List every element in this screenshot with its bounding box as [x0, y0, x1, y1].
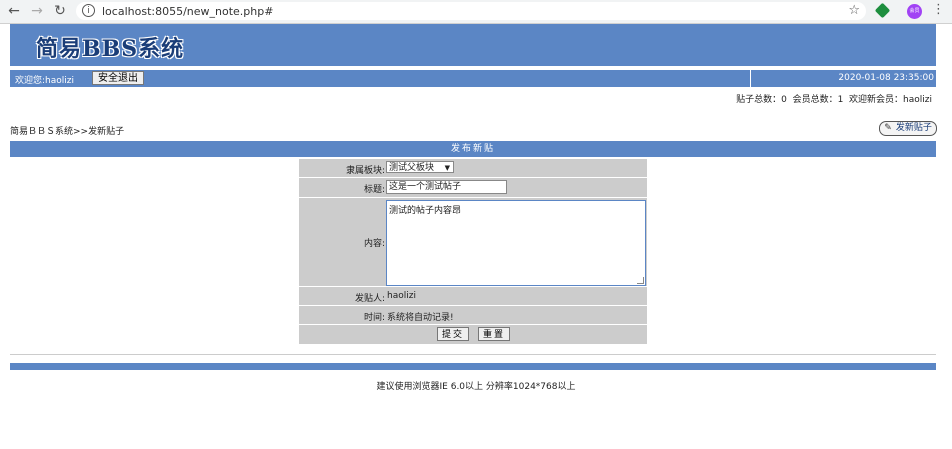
extension-icon[interactable]: [874, 2, 891, 19]
poster-row: 发贴人: haolizi: [299, 287, 647, 305]
form-title-bar: 发布新贴: [10, 141, 936, 157]
subject-row: 标题: 这是一个测试帖子: [299, 178, 647, 197]
url-text: localhost:8055/new_note.php#: [102, 5, 274, 18]
logout-button[interactable]: 安全退出: [92, 71, 144, 85]
site-logo: 简易BBS系统: [36, 36, 185, 62]
subject-input[interactable]: 这是一个测试帖子: [386, 180, 507, 194]
footer-text: 建议使用浏览器IE 6.0以上 分辨率1024*768以上: [376, 382, 576, 392]
button-row: 提交 重置: [299, 325, 647, 344]
site-banner: 简易BBS系统: [10, 24, 936, 66]
board-row: 隶属板块: 测试父板块 ▼: [299, 159, 647, 177]
submit-button[interactable]: 提交: [437, 327, 470, 341]
info-icon[interactable]: i: [82, 4, 95, 17]
current-datetime: 2020-01-08 23:35:00: [838, 73, 934, 83]
profile-avatar[interactable]: 会员: [907, 4, 922, 19]
content-row: 内容: 测试的帖子内容昂: [299, 198, 647, 286]
time-label: 时间:: [363, 313, 385, 323]
dropdown-arrow-icon: ▼: [444, 164, 450, 172]
new-post-label: 发新贴子: [895, 123, 932, 133]
board-select-value: 测试父板块: [389, 163, 435, 173]
user-bar: 欢迎您:haolizi 安全退出 2020-01-08 23:35:00: [10, 70, 936, 87]
reset-button[interactable]: 重置: [478, 327, 511, 341]
browser-toolbar: ← → ↻ i localhost:8055/new_note.php# ☆ 会…: [0, 0, 952, 24]
poster-label: 发贴人:: [354, 294, 385, 304]
welcome-text: 欢迎您:haolizi: [15, 76, 74, 86]
content-textarea[interactable]: 测试的帖子内容昂: [386, 200, 646, 286]
new-post-button[interactable]: ✎ 发新贴子: [879, 121, 937, 136]
footer-bar: [10, 363, 936, 370]
content-label: 内容:: [363, 239, 385, 249]
divider: [10, 354, 936, 355]
time-value: 系统将自动记录!: [387, 313, 454, 323]
back-icon[interactable]: ←: [6, 3, 22, 19]
address-bar[interactable]: i localhost:8055/new_note.php# ☆: [76, 2, 866, 20]
bookmark-star-icon[interactable]: ☆: [848, 3, 860, 18]
board-label: 隶属板块:: [345, 166, 385, 176]
forward-icon[interactable]: →: [29, 3, 45, 19]
user-bar-divider: [750, 70, 751, 87]
board-select[interactable]: 测试父板块 ▼: [386, 161, 454, 173]
poster-value: haolizi: [387, 291, 416, 301]
content-text: 测试的帖子内容昂: [389, 206, 462, 216]
breadcrumb: 简易ＢＢＳ系统>>发新贴子: [10, 127, 125, 137]
reload-icon[interactable]: ↻: [52, 3, 68, 19]
browser-menu-icon[interactable]: ⋮: [932, 2, 945, 17]
forum-stats: 贴子总数：0 会员总数：1 欢迎新会员：haolizi: [736, 95, 932, 105]
resize-grip-icon[interactable]: [637, 277, 644, 284]
time-row: 时间: 系统将自动记录!: [299, 306, 647, 324]
subject-label: 标题:: [363, 185, 385, 195]
edit-icon: ✎: [884, 123, 892, 133]
